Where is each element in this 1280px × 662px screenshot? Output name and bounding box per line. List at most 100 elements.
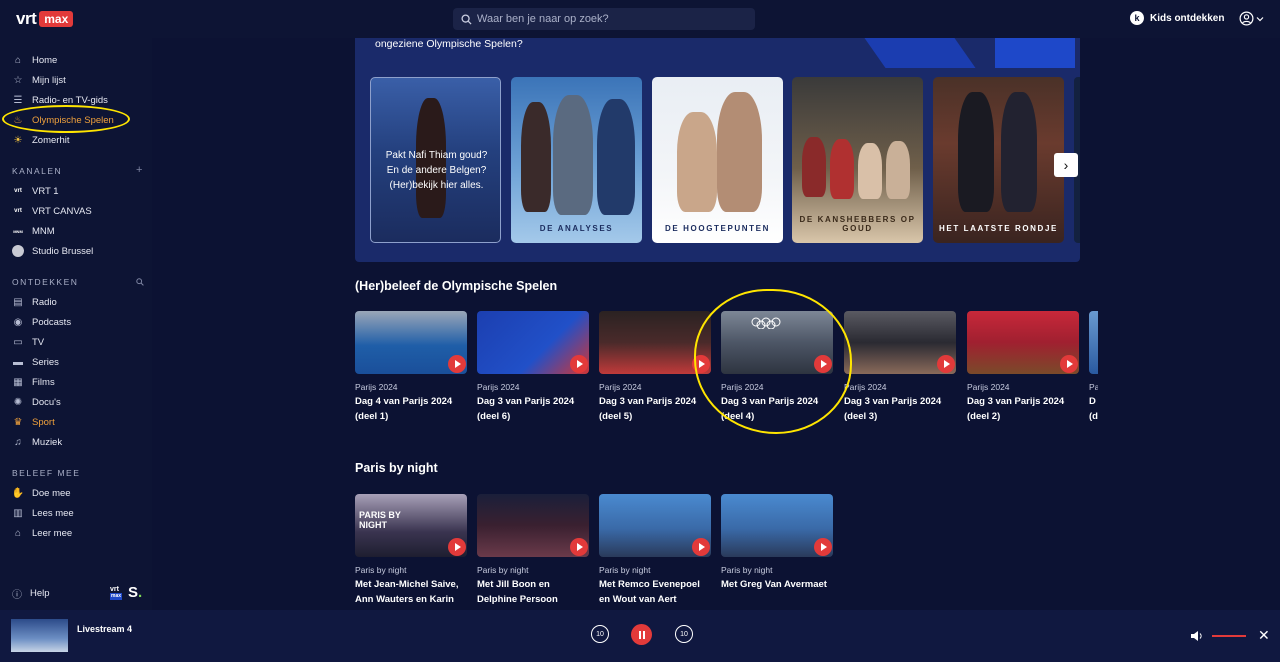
sidebar-item-zomerhit[interactable]: ☀ Zomerhit <box>12 133 70 147</box>
video-title[interactable]: Dag 3 van Parijs 2024 (deel 6) <box>477 394 589 424</box>
tv-icon: ▭ <box>13 336 23 348</box>
sidebar-item-tv[interactable]: ▭ TV <box>12 335 44 349</box>
help-label: Help <box>30 588 50 599</box>
play-icon[interactable] <box>448 538 466 556</box>
video-tile[interactable]: Parijs 2024 Dag 3 van Parijs 2024 (deel … <box>844 311 956 424</box>
video-thumbnail[interactable] <box>721 311 833 374</box>
video-tile-peek[interactable]: Pa D (d <box>1089 311 1098 424</box>
video-thumbnail[interactable] <box>599 311 711 374</box>
paris-by-night-logo: PARIS BY NIGHT <box>359 510 401 530</box>
rewind-10-icon[interactable]: 10 <box>591 625 609 643</box>
sidebar-item-lees-mee[interactable]: ▥ Lees mee <box>12 506 73 520</box>
sidebar-item-vrt-canvas[interactable]: vrt VRT CANVAS <box>12 204 92 218</box>
video-title[interactable]: D (d <box>1089 394 1098 424</box>
play-icon[interactable] <box>692 538 710 556</box>
video-thumbnail[interactable] <box>477 494 589 557</box>
sidebar-item-docus[interactable]: ✺ Docu's <box>12 395 61 409</box>
video-tile[interactable]: Parijs 2024 Dag 3 van Parijs 2024 (deel … <box>967 311 1079 424</box>
play-icon[interactable] <box>448 355 466 373</box>
promo-card-hoogtepunten[interactable]: DE HOOGTEPUNTEN <box>652 77 783 243</box>
video-tile[interactable]: Paris by night Met Jill Boon en Delphine… <box>477 494 589 607</box>
volume-slider[interactable] <box>1212 635 1246 637</box>
play-icon[interactable] <box>692 355 710 373</box>
play-icon[interactable] <box>937 355 955 373</box>
video-tile[interactable]: Paris by night Met Greg Van Avermaet <box>721 494 833 592</box>
promo-card-label: HET LAATSTE RONDJE <box>939 224 1058 233</box>
video-thumbnail[interactable] <box>721 494 833 557</box>
promo-card-laatste-rondje[interactable]: HET LAATSTE RONDJE <box>933 77 1064 243</box>
vrt-max-logo[interactable]: vrt max <box>16 10 74 28</box>
book-icon: ▥ <box>13 507 23 519</box>
carousel-next-button[interactable]: › <box>1054 153 1078 177</box>
promo-card-kanshebbers[interactable]: DE KANSHEBBERS OP GOUD <box>792 77 923 243</box>
promo-card-thiam[interactable]: Pakt Nafi Thiam goud? En de andere Belge… <box>370 77 501 243</box>
video-title[interactable]: Met Jill Boon en Delphine Persoon <box>477 577 589 607</box>
video-title[interactable]: Dag 3 van Parijs 2024 (deel 4) <box>721 394 833 424</box>
video-title[interactable]: Dag 3 van Parijs 2024 (deel 2) <box>967 394 1079 424</box>
sidebar-item-mnm[interactable]: MNM MNM <box>12 224 54 238</box>
account-menu[interactable] <box>1239 11 1264 26</box>
search-input[interactable] <box>477 13 747 25</box>
video-thumbnail[interactable] <box>1089 311 1098 374</box>
video-thumbnail[interactable] <box>967 311 1079 374</box>
play-icon[interactable] <box>814 538 832 556</box>
search-small-icon[interactable] <box>136 278 144 286</box>
promo-card-analyses[interactable]: DE ANALYSES <box>511 77 642 243</box>
video-tile[interactable]: Parijs 2024 Dag 3 van Parijs 2024 (deel … <box>477 311 589 424</box>
sidebar-item-mijn-lijst[interactable]: ☆ Mijn lijst <box>12 73 66 87</box>
video-tile[interactable]: PARIS BY NIGHT Paris by night Met Jean-M… <box>355 494 467 607</box>
sidebar-item-label: Series <box>32 356 59 368</box>
sidebar-item-label: Radio <box>32 296 57 308</box>
sidebar-item-doe-mee[interactable]: ✋ Doe mee <box>12 486 71 500</box>
play-icon[interactable] <box>814 355 832 373</box>
sidebar-item-series[interactable]: ▬ Series <box>12 355 59 369</box>
sidebar-item-vrt1[interactable]: vrt VRT 1 <box>12 184 58 198</box>
play-icon[interactable] <box>570 538 588 556</box>
promo-card-label: DE KANSHEBBERS OP GOUD <box>799 215 916 233</box>
kids-ontdekken-link[interactable]: k Kids ontdekken <box>1130 11 1224 25</box>
sidebar-item-label: Studio Brussel <box>32 245 94 257</box>
video-title[interactable]: Met Greg Van Avermaet <box>721 577 833 592</box>
video-series: Parijs 2024 <box>355 382 398 392</box>
video-tile[interactable]: Parijs 2024 Dag 4 van Parijs 2024 (deel … <box>355 311 467 424</box>
video-thumbnail[interactable] <box>355 311 467 374</box>
close-icon[interactable]: ✕ <box>1258 627 1270 644</box>
volume-icon[interactable] <box>1190 629 1204 643</box>
sidebar-item-label: TV <box>32 336 45 348</box>
video-tile[interactable]: Parijs 2024 Dag 3 van Parijs 2024 (deel … <box>721 311 833 424</box>
sidebar-item-studio-brussel[interactable]: Studio Brussel <box>12 244 93 258</box>
video-title[interactable]: Dag 3 van Parijs 2024 (deel 3) <box>844 394 956 424</box>
sidebar-item-films[interactable]: ▦ Films <box>12 375 54 389</box>
video-thumbnail[interactable]: PARIS BY NIGHT <box>355 494 467 557</box>
video-thumbnail[interactable] <box>844 311 956 374</box>
sidebar-item-leer-mee[interactable]: ⌂ Leer mee <box>12 526 72 540</box>
sun-icon: ☀ <box>13 134 23 146</box>
forward-10-icon[interactable]: 10 <box>675 625 693 643</box>
sidebar-item-podcasts[interactable]: ◉ Podcasts <box>12 315 71 329</box>
sidebar-item-home[interactable]: ⌂ Home <box>12 53 57 67</box>
sidebar-item-sport[interactable]: ♛ Sport <box>12 415 55 429</box>
chevron-right-icon: › <box>1063 157 1069 173</box>
sidebar-item-radio[interactable]: ▤ Radio <box>12 295 57 309</box>
vrt1-icon: vrt <box>14 188 22 194</box>
pause-button[interactable] <box>631 624 652 645</box>
play-icon[interactable] <box>570 355 588 373</box>
video-title[interactable]: Dag 3 van Parijs 2024 (deel 5) <box>599 394 711 424</box>
video-title[interactable]: Dag 4 van Parijs 2024 (deel 1) <box>355 394 467 424</box>
video-thumbnail[interactable] <box>477 311 589 374</box>
video-thumbnail[interactable] <box>599 494 711 557</box>
video-tile[interactable]: Paris by night Met Remco Evenepoel en Wo… <box>599 494 711 607</box>
help-link[interactable]: ⓘ Help <box>12 586 50 601</box>
video-title[interactable]: Met Remco Evenepoel en Wout van Aert <box>599 577 711 607</box>
search-bar[interactable] <box>453 8 755 30</box>
mini-player-thumbnail[interactable] <box>11 619 68 652</box>
livestream-title[interactable]: Livestream 4 <box>77 624 132 634</box>
mnm-icon: MNM <box>13 228 23 234</box>
sidebar-item-muziek[interactable]: ♫ Muziek <box>12 435 62 449</box>
play-icon[interactable] <box>1060 355 1078 373</box>
plus-icon[interactable]: + <box>136 164 142 176</box>
video-title[interactable]: Met Jean-Michel Saive, Ann Wauters en Ka… <box>355 577 467 607</box>
sidebar-item-gids[interactable]: ☰ Radio- en TV-gids <box>12 93 108 107</box>
sidebar-item-olympische-spelen[interactable]: ♨ Olympische Spelen <box>12 113 114 127</box>
video-tile[interactable]: Parijs 2024 Dag 3 van Parijs 2024 (deel … <box>599 311 711 424</box>
